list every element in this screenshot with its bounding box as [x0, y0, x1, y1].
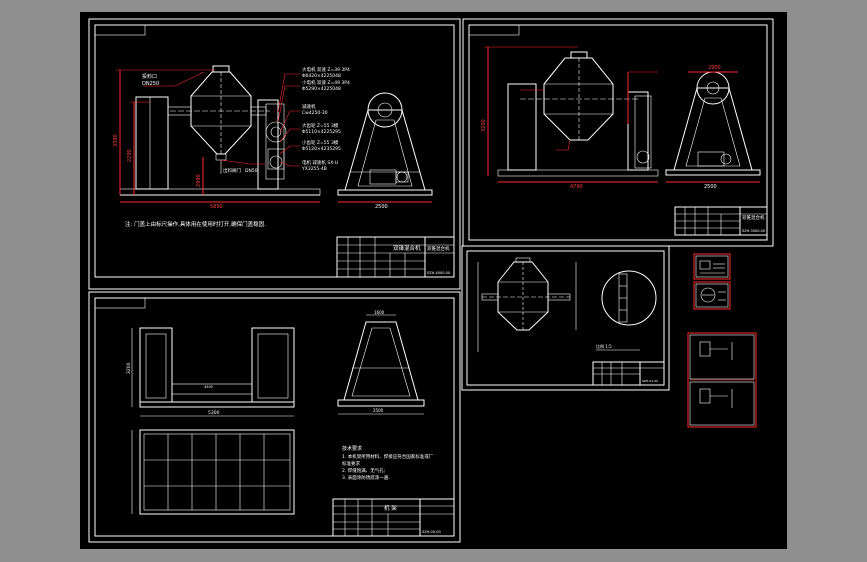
- sheet2-dim-top: 2900: [708, 65, 721, 71]
- thumbnail-sheet-a[interactable]: [693, 253, 731, 280]
- sheet2-title-name: 双锥混合机: [742, 214, 765, 221]
- sheet3-dim-right-base: 2500: [373, 408, 384, 413]
- sheet-2-assembly-small[interactable]: 3200 4790 2900 2500 双锥混合机 SZH-3000-00: [462, 18, 774, 247]
- cad-drawing-svg: 投料口 DN250 大电机 双速 Z=39 3P4 Φ6420×4225048 …: [88, 18, 774, 543]
- sheet1-title-name: 双锥混合机: [393, 244, 421, 252]
- sheet3-dim-inner: 4500: [204, 385, 213, 389]
- sheet1-title-block[interactable]: 双锥混合机 双锥混合机 SZH-4000-00: [336, 236, 455, 278]
- callout-motor1-b: Φ6420×4225048: [302, 73, 341, 79]
- dim-sub-height-2: 2990: [196, 174, 202, 187]
- callout-gear2-a: 小齿轮 Z=55 3模: [302, 139, 339, 146]
- sheet3-title-name: 机 架: [384, 504, 397, 512]
- sheet-1-assembly-front[interactable]: 投料口 DN250 大电机 双速 Z=39 3P4 Φ6420×4225048 …: [88, 18, 461, 290]
- callout-feed-port-sub: DN250: [142, 81, 159, 87]
- callout-discharge-sub: DN50: [245, 168, 258, 174]
- sheet2-dim-base: 4790: [570, 184, 583, 190]
- sheet1-title-name-2: 双锥混合机: [427, 245, 450, 252]
- dim-frame-width: 2500: [375, 204, 388, 210]
- callout-reducer: 减速机: [302, 103, 316, 110]
- callout-motor2-a: 小电机 双速 Z=49 3P4: [302, 79, 350, 86]
- tech-note-1: 1. 本机架所用材料、焊接应符合国家标准或厂: [342, 453, 434, 460]
- cad-drawing-canvas[interactable]: 投料口 DN250 大电机 双速 Z=39 3P4 Φ6420×4225048 …: [80, 12, 787, 549]
- sheet4-title-code: SZH-01-00: [642, 379, 658, 383]
- sheet4-scale-note: 比例 1:5: [596, 343, 612, 349]
- sheet2-dim-height: 3200: [481, 119, 487, 132]
- callout-feed-port: 投料口: [142, 73, 157, 80]
- callout-gear1-a: 大齿轮 Z=55 3模: [302, 122, 339, 129]
- dim-sub-height: 2290: [127, 149, 133, 162]
- tech-note-1b: 标准要求: [342, 460, 360, 467]
- sheet2-dim-frame: 2500: [704, 184, 717, 190]
- thumbnail-sheet-c[interactable]: [687, 332, 757, 428]
- sheet1-title-code: SZH-4000-00: [427, 271, 450, 275]
- callout-motor2-b: Φ5290×4225048: [302, 86, 341, 92]
- tech-title: 技术要求: [342, 445, 362, 452]
- sheet1-note: 注: 门盖上由标尺操作,具体用在使用时打开,确保门盖稳固.: [125, 220, 266, 228]
- sheet3-dim-height: 3200: [126, 362, 132, 374]
- tech-note-2: 2. 焊缝饱满、无气孔;: [342, 467, 385, 474]
- thumbnail-sheet-b[interactable]: [693, 281, 731, 310]
- callout-bearing-b: YX3255-4B: [301, 166, 327, 172]
- sheet2-title-code: SZH-3000-00: [742, 229, 765, 233]
- callout-bearing-a: 电机 减速机 SX-U: [302, 159, 338, 166]
- dim-height: 3390: [113, 134, 119, 147]
- callout-gear1-b: Φ5110×4225295: [302, 129, 341, 135]
- sheet3-title-code: SZH-00-00: [422, 530, 441, 534]
- sheet3-dim-right-top: 1600: [374, 310, 385, 315]
- callout-gear2-b: Φ5120×4235295: [302, 146, 341, 152]
- sheet4-title-block[interactable]: SZH-01-00: [592, 361, 665, 386]
- tech-note-3: 3. 表面涂防锈底漆一遍.: [342, 474, 390, 481]
- sheet2-title-block[interactable]: 双锥混合机 SZH-3000-00: [674, 206, 768, 236]
- callout-reducer-sub: Cw4250-30: [302, 110, 328, 116]
- sheet-4-vessel-detail[interactable]: 比例 1:5 SZH-01-00: [461, 245, 670, 391]
- dim-base: 5890: [210, 204, 223, 210]
- callout-motor1-a: 大电机 双速 Z=39 3P4: [302, 66, 350, 73]
- callout-discharge: 出料阀门: [223, 167, 241, 174]
- sheet3-title-block[interactable]: 机 架 SZH-00-00: [332, 498, 455, 537]
- sheet3-dim-frame-width: 5300: [208, 410, 220, 416]
- sheet-3-frame-drawing[interactable]: 3200 5300 4500 1600 2500 技术要求 1. 本机架所用材料…: [88, 291, 461, 543]
